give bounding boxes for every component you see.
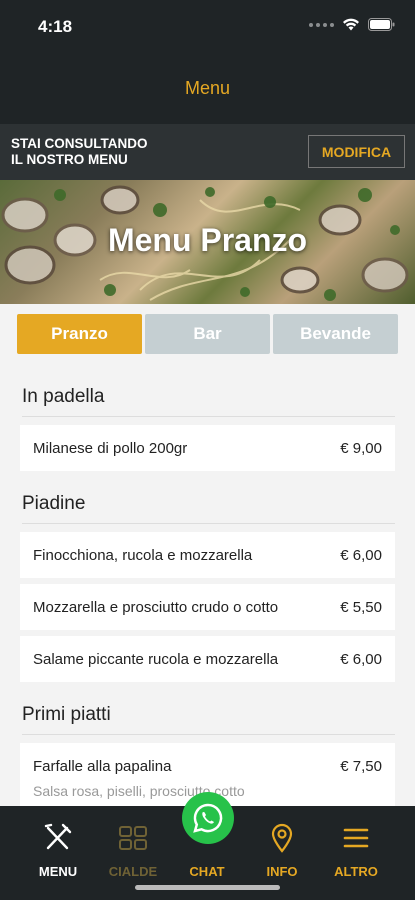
item-price: € 7,50 [340, 758, 382, 775]
list-item[interactable]: Finocchiona, rucola e mozzarella € 6,00 [20, 532, 395, 578]
menu-list: In padella Milanese di pollo 200gr € 9,0… [0, 364, 415, 806]
tab-bar[interactable]: Bar [145, 314, 270, 354]
tabbar-cialde-label: CIALDE [108, 864, 158, 879]
battery-icon [368, 18, 395, 31]
section-title: Piadine [22, 493, 395, 524]
section-in-padella: In padella Milanese di pollo 200gr € 9,0… [0, 386, 415, 471]
section-primi-piatti: Primi piatti Farfalle alla papalina Sals… [0, 704, 415, 806]
status-time: 4:18 [38, 17, 73, 36]
whatsapp-chat-button[interactable] [182, 792, 234, 844]
item-price: € 6,00 [340, 651, 382, 668]
item-name: Salame piccante rucola e mozzarella [33, 651, 279, 668]
section-title: Primi piatti [22, 704, 395, 735]
tabbar-info-label: INFO [266, 864, 298, 879]
section-title: In padella [22, 386, 395, 417]
item-price: € 6,00 [340, 547, 382, 564]
hero-image: Menu Pranzo [0, 180, 415, 304]
tabbar-menu-label: MENU [38, 864, 78, 879]
item-name: Finocchiona, rucola e mozzarella [33, 547, 253, 564]
menu-banner: STAI CONSULTANDO IL NOSTRO MENU MODIFICA [0, 124, 415, 180]
wifi-icon [343, 18, 359, 31]
whatsapp-icon [193, 803, 223, 833]
fork-knife-icon [44, 823, 72, 850]
tabbar-chat-label: CHAT [189, 864, 225, 879]
item-name: Mozzarella e prosciutto crudo o cotto [33, 599, 279, 616]
tabbar-info[interactable]: INFO [247, 822, 317, 879]
coffee-pods-icon [119, 826, 147, 850]
banner-line-1: STAI CONSULTANDO [11, 136, 148, 151]
tabbar-altro[interactable]: ALTRO [321, 822, 391, 879]
item-price: € 5,50 [340, 599, 382, 616]
list-item[interactable]: Mozzarella e prosciutto crudo o cotto € … [20, 584, 395, 630]
navigation-bar: Menu [0, 54, 415, 124]
home-indicator[interactable] [135, 885, 280, 890]
tabbar-menu[interactable]: MENU [23, 822, 93, 879]
signal-icon [309, 22, 334, 27]
list-item[interactable]: Salame piccante rucola e mozzarella € 6,… [20, 636, 395, 682]
banner-text: STAI CONSULTANDO IL NOSTRO MENU [11, 136, 201, 168]
page-title: Menu [184, 78, 231, 98]
list-item[interactable]: Milanese di pollo 200gr € 9,00 [20, 425, 395, 471]
bottom-tab-bar: MENU CIALDE CHAT INFO ALTRO [0, 792, 415, 900]
location-pin-icon [271, 823, 293, 853]
item-name: Farfalle alla papalina [33, 758, 172, 775]
item-price: € 9,00 [340, 440, 382, 457]
section-piadine: Piadine Finocchiona, rucola e mozzarella… [0, 493, 415, 682]
item-name: Milanese di pollo 200gr [33, 440, 188, 457]
category-tabs: Pranzo Bar Bevande [17, 314, 398, 354]
tab-pranzo[interactable]: Pranzo [17, 314, 142, 354]
banner-line-2: IL NOSTRO MENU [11, 152, 128, 167]
tab-bevande[interactable]: Bevande [273, 314, 398, 354]
tabbar-cialde[interactable]: CIALDE [98, 822, 168, 879]
menu-title: Menu Pranzo [107, 222, 308, 258]
status-icons [309, 18, 395, 31]
hamburger-menu-icon [343, 828, 369, 848]
tabbar-altro-label: ALTRO [334, 864, 378, 879]
modify-button[interactable]: MODIFICA [308, 135, 405, 168]
status-bar: 4:18 [0, 0, 415, 54]
